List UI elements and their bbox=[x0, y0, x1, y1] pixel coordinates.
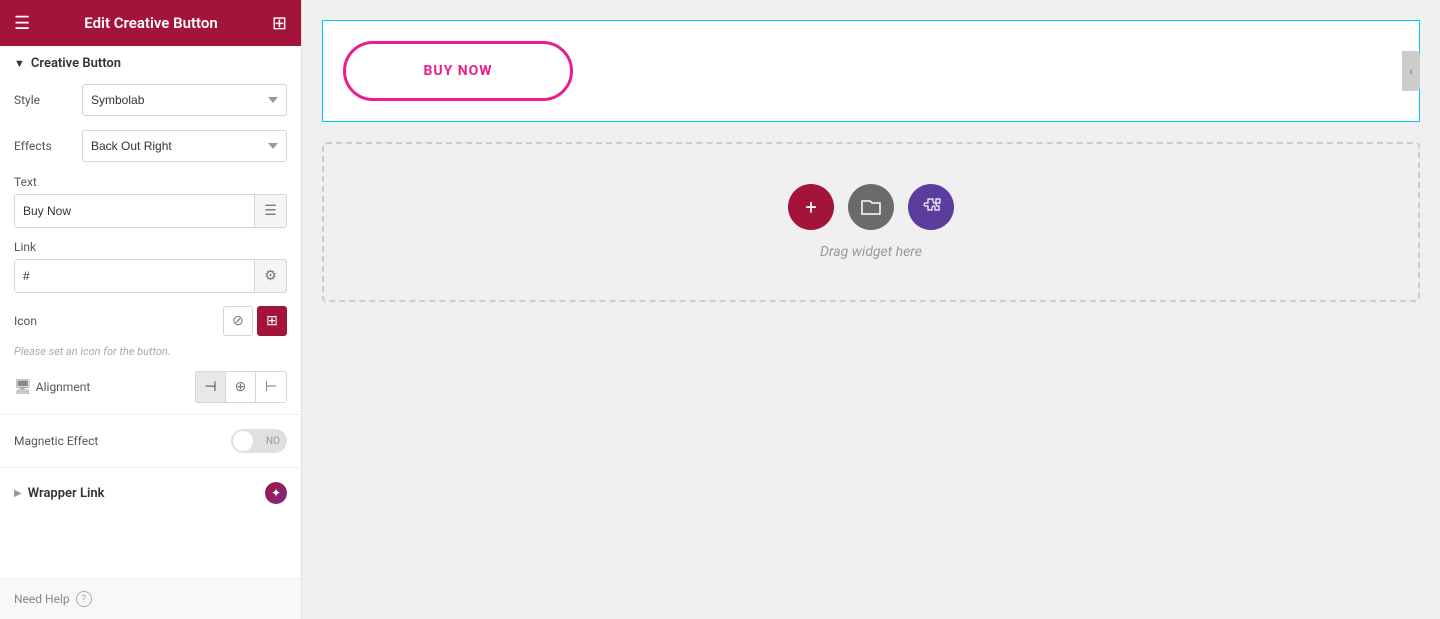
add-widget-icon[interactable]: + bbox=[788, 184, 834, 230]
link-input-wrapper: ⚙ bbox=[14, 259, 287, 293]
section-arrow-down: ▼ bbox=[14, 57, 25, 70]
canvas-area: BUY NOW ‹ + Drag widget here bbox=[302, 0, 1440, 619]
drop-zone: + Drag widget here bbox=[322, 142, 1420, 302]
grid-icon[interactable]: ⊞ bbox=[272, 13, 287, 34]
text-label: Text bbox=[14, 175, 287, 189]
link-field-row: Link ⚙ bbox=[0, 234, 301, 299]
icon-clear-btn[interactable]: ⊘ bbox=[223, 306, 253, 336]
divider-2 bbox=[0, 467, 301, 468]
section-creative-button[interactable]: ▼ Creative Button bbox=[0, 46, 301, 77]
effects-label: Effects bbox=[14, 139, 74, 153]
align-center-btn[interactable]: ⊕ bbox=[226, 372, 256, 402]
puzzle-icon[interactable] bbox=[908, 184, 954, 230]
alignment-field-row: 🖥 Alignment ⊣ ⊕ ⊢ bbox=[0, 364, 301, 410]
help-icon[interactable]: ? bbox=[76, 591, 92, 607]
text-list-icon[interactable]: ☰ bbox=[254, 195, 286, 227]
divider-1 bbox=[0, 414, 301, 415]
style-select[interactable]: Symbolab bbox=[82, 84, 287, 116]
toggle-no-label: NO bbox=[266, 436, 280, 447]
magnetic-label: Magnetic Effect bbox=[14, 434, 223, 448]
icon-btn-group: ⊘ ⊞ bbox=[223, 306, 287, 336]
wrapper-link-icon: ✦ bbox=[265, 482, 287, 504]
link-input[interactable] bbox=[15, 260, 254, 292]
effects-select[interactable]: Back Out Right bbox=[82, 130, 287, 162]
toggle-knob bbox=[233, 431, 253, 451]
text-field-row: Text ☰ bbox=[0, 169, 301, 234]
wrapper-link-arrow: ▶ bbox=[14, 488, 22, 499]
sidebar-header: ☰ Edit Creative Button ⊞ bbox=[0, 0, 301, 46]
link-label: Link bbox=[14, 240, 287, 254]
creative-button-preview[interactable]: BUY NOW bbox=[343, 41, 573, 101]
align-left-btn[interactable]: ⊣ bbox=[196, 372, 226, 402]
magnetic-toggle[interactable]: NO bbox=[231, 429, 287, 453]
icon-label: Icon bbox=[14, 314, 215, 328]
sidebar-content: ▼ Creative Button Style Symbolab Effects… bbox=[0, 46, 301, 578]
main-canvas: BUY NOW ‹ + Drag widget here bbox=[302, 0, 1440, 619]
text-input-wrapper: ☰ bbox=[14, 194, 287, 228]
magnetic-effect-row: Magnetic Effect NO bbox=[0, 419, 301, 463]
sidebar: ☰ Edit Creative Button ⊞ ▼ Creative Butt… bbox=[0, 0, 302, 619]
icon-field-row: Icon ⊘ ⊞ bbox=[0, 299, 301, 343]
sidebar-footer: Need Help ? bbox=[0, 578, 301, 619]
alignment-buttons: ⊣ ⊕ ⊢ bbox=[195, 371, 287, 403]
icon-hint: Please set an icon for the button. bbox=[0, 343, 301, 364]
drop-text: Drag widget here bbox=[820, 244, 922, 260]
collapse-handle[interactable]: ‹ bbox=[1402, 51, 1420, 91]
menu-icon[interactable]: ☰ bbox=[14, 13, 30, 34]
section-label: Creative Button bbox=[31, 56, 121, 71]
monitor-icon: 🖥 bbox=[14, 379, 32, 395]
align-right-btn[interactable]: ⊢ bbox=[256, 372, 286, 402]
link-settings-icon[interactable]: ⚙ bbox=[254, 260, 286, 292]
folder-icon[interactable] bbox=[848, 184, 894, 230]
style-field-row: Style Symbolab bbox=[0, 77, 301, 123]
wrapper-link-row[interactable]: ▶ Wrapper Link ✦ bbox=[0, 472, 301, 514]
alignment-label: 🖥 Alignment bbox=[14, 379, 187, 395]
style-label: Style bbox=[14, 93, 74, 107]
widget-container: BUY NOW ‹ bbox=[322, 20, 1420, 122]
wrapper-link-label: Wrapper Link bbox=[28, 486, 265, 501]
button-preview-text: BUY NOW bbox=[423, 63, 492, 79]
drop-zone-icons: + bbox=[788, 184, 954, 230]
effects-field-row: Effects Back Out Right bbox=[0, 123, 301, 169]
sidebar-title: Edit Creative Button bbox=[84, 14, 217, 32]
icon-add-btn[interactable]: ⊞ bbox=[257, 306, 287, 336]
text-input[interactable] bbox=[15, 195, 254, 227]
need-help-text: Need Help bbox=[14, 592, 70, 606]
